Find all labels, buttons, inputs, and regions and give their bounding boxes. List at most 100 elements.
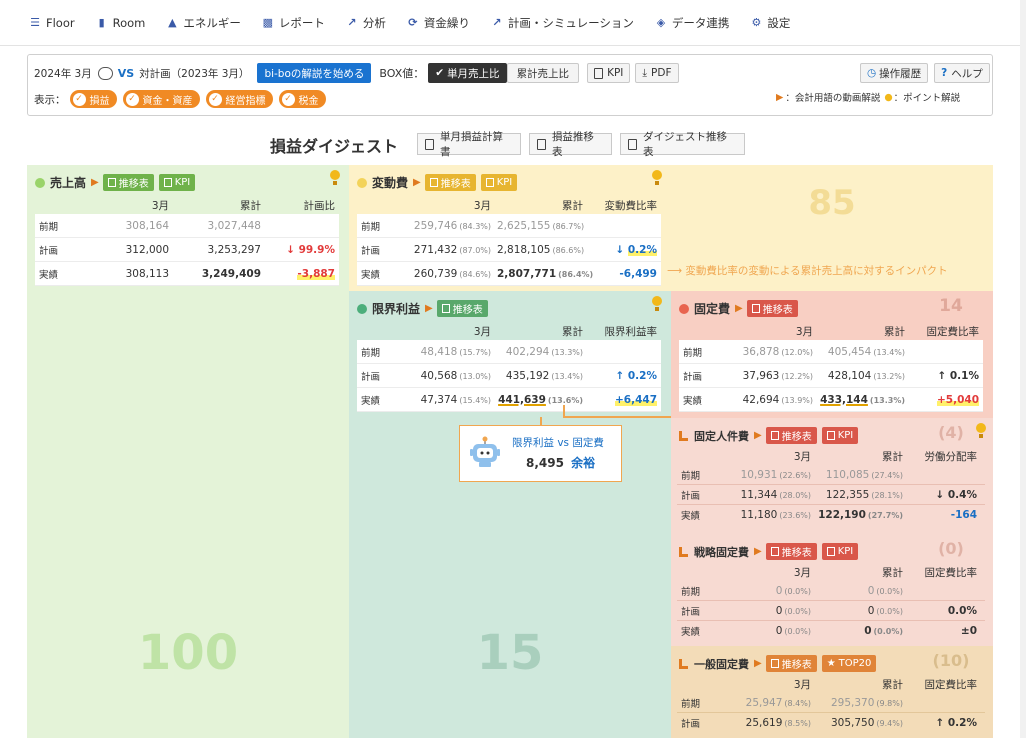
strategic-trend-button[interactable]: 推移表 <box>765 543 817 560</box>
video-legend-label: ：会計用語の動画解説 <box>785 93 881 104</box>
variable-trend-button[interactable]: 推移表 <box>424 174 476 191</box>
table-row: 実績 47,374 (15.4%) 441,639 (13.6%) +6,447 <box>357 388 661 412</box>
arrow-right-icon: ⟶ <box>667 265 683 277</box>
strategic-kpi-button[interactable]: KPI <box>821 543 859 560</box>
general-cost-panel: 一般固定費 推移表 ★TOP20 (10) 3月 累計 固定費比率 前期 25,… <box>671 646 993 738</box>
video-play-icon[interactable] <box>425 303 433 314</box>
box-cumulative-button[interactable]: 累計売上比 <box>506 63 580 83</box>
kpi-button[interactable]: KPI <box>587 63 631 83</box>
table-row: 前期 36,878 (12.0%) 405,454 (13.4%) <box>679 340 983 364</box>
table-row: 計画 25,619(8.5%) 305,750(9.4%) 0.2% <box>677 713 985 733</box>
table-row: 計画 11,344(28.0%) 122,355(28.1%) 0.4% <box>677 485 985 505</box>
pdf-button[interactable]: ⤓ PDF <box>635 63 679 83</box>
chip-indicators[interactable]: ✓ 経営指標 <box>205 90 273 108</box>
document-icon <box>628 138 637 150</box>
money-cycle-icon: ⟳ <box>408 16 418 29</box>
history-button[interactable]: ◷ 操作履歴 <box>860 63 929 83</box>
table-row: 実績 260,739 (84.6%) 2,807,771 (86.4%) -6,49… <box>357 262 661 286</box>
line-chart-icon: ↗ <box>347 16 357 29</box>
history-icon: ◷ <box>867 67 877 79</box>
nav-item-plan[interactable]: ↗ 計画・シミュレーション <box>490 15 634 31</box>
video-play-icon[interactable] <box>754 546 762 557</box>
arrow-up-icon <box>935 717 944 729</box>
labor-kpi-button[interactable]: KPI <box>821 427 859 444</box>
document-icon <box>770 547 779 556</box>
nav-item-cashflow[interactable]: ⟳ 資金繰り <box>406 15 470 31</box>
data-link-icon: ◈ <box>656 16 666 29</box>
strategic-cost-panel: 戦略固定費 推移表 KPI (0) 3月 累計 固定費比率 前期 0(0.0%)… <box>671 534 993 646</box>
nav-item-analysis[interactable]: ↗ 分析 <box>345 15 386 31</box>
video-play-icon[interactable] <box>754 430 762 441</box>
labor-trend-button[interactable]: 推移表 <box>765 427 817 444</box>
fixed-trend-button[interactable]: 推移表 <box>746 300 798 317</box>
monthly-pl-button[interactable]: 単月損益計算書 <box>417 131 521 158</box>
period-label[interactable]: 2024年 3月 <box>34 66 92 81</box>
document-icon <box>163 178 172 187</box>
box-value-label: BOX値： <box>379 67 425 80</box>
box-monthly-button[interactable]: ✔ 単月売上比 <box>428 63 507 83</box>
connector-line <box>540 417 542 425</box>
trophy-icon: ★ <box>826 658 836 669</box>
compare-label[interactable]: 対計画（2023年 3月） <box>139 66 249 81</box>
video-play-icon[interactable] <box>413 177 421 188</box>
energy-icon: ▲ <box>168 16 177 29</box>
comment-icon[interactable] <box>97 66 113 80</box>
arrow-up-icon <box>615 370 624 382</box>
arrow-down-icon <box>615 244 624 256</box>
fixed-cost-panel: 固定費 推移表 14 3月 累計 固定費比率 前期 36,878(12.0%) … <box>671 291 993 418</box>
bulb-icon[interactable] <box>976 423 986 439</box>
nav-item-floor[interactable]: ☰ Floor <box>28 16 75 30</box>
card-title: 限界利益 vs 固定費 <box>512 437 604 449</box>
chip-pl[interactable]: ✓ 損益 <box>69 90 117 108</box>
vs-label: VS <box>117 66 135 80</box>
chip-funds[interactable]: ✓ 資金・資産 <box>122 90 200 108</box>
question-icon: ? <box>941 67 948 79</box>
document-icon <box>441 304 450 313</box>
document-icon <box>425 138 434 150</box>
document-icon <box>594 67 604 79</box>
check-icon: ✔ <box>435 67 445 79</box>
video-play-icon[interactable] <box>91 177 99 188</box>
video-play-icon[interactable] <box>735 303 743 314</box>
document-icon <box>770 659 779 668</box>
general-trend-button[interactable]: 推移表 <box>765 655 817 672</box>
nav-item-room[interactable]: ▮ Room <box>95 16 146 30</box>
video-play-icon[interactable] <box>754 658 762 669</box>
table-row: 計画 271,432(87.0%) 2,818,105(86.6%) 0.2% <box>357 238 661 262</box>
margin-trend-button[interactable]: 推移表 <box>436 300 488 317</box>
help-button[interactable]: ? ヘルプ <box>934 63 990 83</box>
bulb-icon[interactable] <box>652 170 662 186</box>
nav-item-data-link[interactable]: ◈ データ連携 <box>654 15 730 31</box>
list-icon: ☰ <box>30 16 40 29</box>
door-icon: ▮ <box>98 16 105 29</box>
sales-kpi-button[interactable]: KPI <box>158 174 196 191</box>
variable-kpi-button[interactable]: KPI <box>480 174 518 191</box>
chip-tax[interactable]: ✓ 税金 <box>278 90 326 108</box>
bulb-icon[interactable] <box>330 170 340 186</box>
table-row: 計画 40,568(13.0%) 435,192(13.4%) 0.2% <box>357 364 661 388</box>
arrow-down-icon <box>935 489 944 501</box>
table-row: 実績 308,113 3,249,409 -3,887 <box>35 262 339 286</box>
corner-icon <box>679 658 688 669</box>
sales-score: 100 <box>137 625 239 681</box>
fixed-dot-icon <box>679 303 689 314</box>
filter-box: 2024年 3月 VS 対計画（2023年 3月） bi-boの解説を始める B… <box>27 54 993 116</box>
bar-chart-icon: ▩ <box>262 16 274 29</box>
general-top20-button[interactable]: ★ TOP20 <box>821 655 877 672</box>
scrollbar[interactable] <box>1020 0 1026 738</box>
digest-trend-button[interactable]: ダイジェスト推移表 <box>620 131 745 158</box>
pl-trend-button[interactable]: 損益推移表 <box>529 131 612 158</box>
start-guide-button[interactable]: bi-boの解説を始める <box>257 63 372 83</box>
strategic-score: (0) <box>938 539 964 558</box>
nav-item-report[interactable]: ▩ レポート <box>261 15 325 31</box>
sales-trend-button[interactable]: 推移表 <box>102 174 154 191</box>
video-legend-icon: ▶ <box>776 91 784 103</box>
table-row: 前期 25,947 (8.4%) 295,370 (9.8%) <box>677 693 985 713</box>
nav-item-settings[interactable]: ⚙ 設定 <box>749 15 790 31</box>
document-icon <box>770 431 779 440</box>
nav-item-energy[interactable]: ▲ エネルギー <box>165 15 241 31</box>
bulb-icon[interactable] <box>652 296 662 312</box>
general-score: (10) <box>932 651 970 670</box>
arrow-up-icon <box>937 370 946 382</box>
table-row: 前期 48,418 (15.7%) 402,294 (13.3%) <box>357 340 661 364</box>
